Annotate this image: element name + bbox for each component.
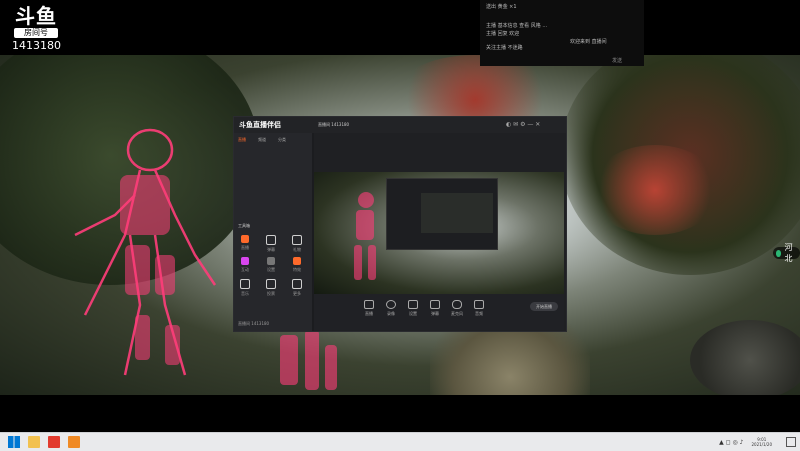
monitor-icon: [364, 300, 374, 309]
region-badge[interactable]: 河北: [773, 243, 800, 263]
tool-icon: [293, 257, 301, 265]
chat-overlay: 送出 黄金 ×1 主播 基本信息 查看 风格 ... 主播 回复 欢迎 欢迎来到…: [480, 0, 644, 66]
chat-send[interactable]: 发送: [612, 57, 622, 64]
tool-gift[interactable]: 礼物: [288, 235, 306, 253]
tool-vote[interactable]: 投票: [262, 279, 280, 297]
file-explorer-icon[interactable]: [28, 436, 40, 448]
pink-ghost-figure: [74, 128, 217, 376]
location-icon: [776, 249, 782, 257]
douyu-watermark: 斗鱼 房间号 1413180: [12, 4, 61, 52]
stream-preview[interactable]: [314, 172, 564, 294]
tool-effects[interactable]: 特效: [288, 257, 306, 273]
tree-red-right: [590, 145, 720, 235]
tool-icon: [266, 235, 276, 245]
notification-icon[interactable]: [786, 437, 796, 447]
tool-danmu[interactable]: 弹幕: [262, 235, 280, 253]
chat-line: 主播 回复 欢迎: [486, 31, 520, 37]
window-controls-icon[interactable]: ◐ ✉ ⚙ — ✕: [506, 121, 540, 128]
app-icon-orange[interactable]: [68, 436, 80, 448]
region-label: 河北: [784, 243, 793, 263]
control-danmu[interactable]: 弹幕: [424, 300, 446, 317]
nested-app-window: [386, 178, 498, 250]
control-audio[interactable]: 音频: [468, 300, 490, 317]
nested-preview: [421, 193, 493, 233]
left-tab[interactable]: 分类: [278, 137, 286, 143]
control-mic[interactable]: 麦克风: [446, 300, 468, 317]
tool-music[interactable]: 音乐: [236, 279, 254, 297]
tool-live[interactable]: 直播: [236, 235, 254, 251]
control-bar: 直播 录像 设置 弹幕 麦克风 音频: [314, 294, 564, 330]
app-icon-red[interactable]: [48, 436, 60, 448]
tool-icon: [240, 279, 250, 289]
tool-icon: [241, 235, 249, 243]
room-number: 1413180: [12, 39, 61, 52]
rock-right: [690, 320, 800, 395]
chat-line: 欢迎来到 直播间: [570, 39, 607, 45]
tool-settings[interactable]: 设置: [262, 257, 280, 273]
control-live[interactable]: 直播: [358, 300, 380, 317]
app-logo: 斗鱼直播伴侣: [239, 121, 281, 129]
room-label: 房间号: [14, 28, 58, 38]
tools-header: 工具箱: [238, 223, 250, 228]
tool-icon: [267, 257, 275, 265]
mic-icon: [452, 300, 462, 309]
app-room-title: 直播间 1413180: [318, 122, 350, 127]
tool-interact[interactable]: 互动: [236, 257, 254, 273]
tool-more[interactable]: 更多: [288, 279, 306, 297]
top-letterbox: [0, 0, 800, 55]
start-live-button[interactable]: 开始直播: [530, 302, 558, 311]
app-left-panel: 直播 频道 分类 工具箱 直播 弹幕 礼物 互动 设置 特效 音乐 投票 更多 …: [234, 133, 312, 331]
douyu-logo: 斗鱼: [15, 4, 57, 28]
left-tab[interactable]: 直播: [238, 137, 246, 143]
speaker-icon: [474, 300, 484, 309]
record-icon: [386, 300, 396, 309]
chat-line: 关注主播 不迷路: [486, 45, 523, 51]
bottom-letterbox: [0, 395, 800, 432]
tool-icon: [266, 279, 276, 289]
clock-date: 2021/1/20: [751, 442, 772, 447]
app-titlebar: 斗鱼直播伴侣 直播间 1413180 ◐ ✉ ⚙ — ✕: [234, 117, 566, 133]
control-record[interactable]: 录像: [380, 300, 402, 317]
chat-line: 主播 基本信息 查看 风格 ...: [486, 23, 548, 29]
left-tab[interactable]: 频道: [258, 137, 266, 143]
tray-icons[interactable]: ▲ ◻ ◎ ♪: [719, 439, 743, 446]
pink-ghost-small: [280, 330, 337, 390]
control-settings[interactable]: 设置: [402, 300, 424, 317]
status-text: 直播间 1413180: [238, 321, 270, 326]
windows-start-icon[interactable]: [8, 436, 20, 448]
tool-icon: [241, 257, 249, 265]
chat-line: 送出 黄金 ×1: [486, 4, 517, 10]
tool-icon: [292, 235, 302, 245]
clock[interactable]: 9:01 2021/1/20: [751, 437, 772, 447]
taskbar: ▲ ◻ ◎ ♪ 9:01 2021/1/20: [0, 432, 800, 451]
settings-icon: [408, 300, 418, 309]
tool-icon: [292, 279, 302, 289]
chat-icon: [430, 300, 440, 309]
preview-ghost: [354, 192, 376, 280]
